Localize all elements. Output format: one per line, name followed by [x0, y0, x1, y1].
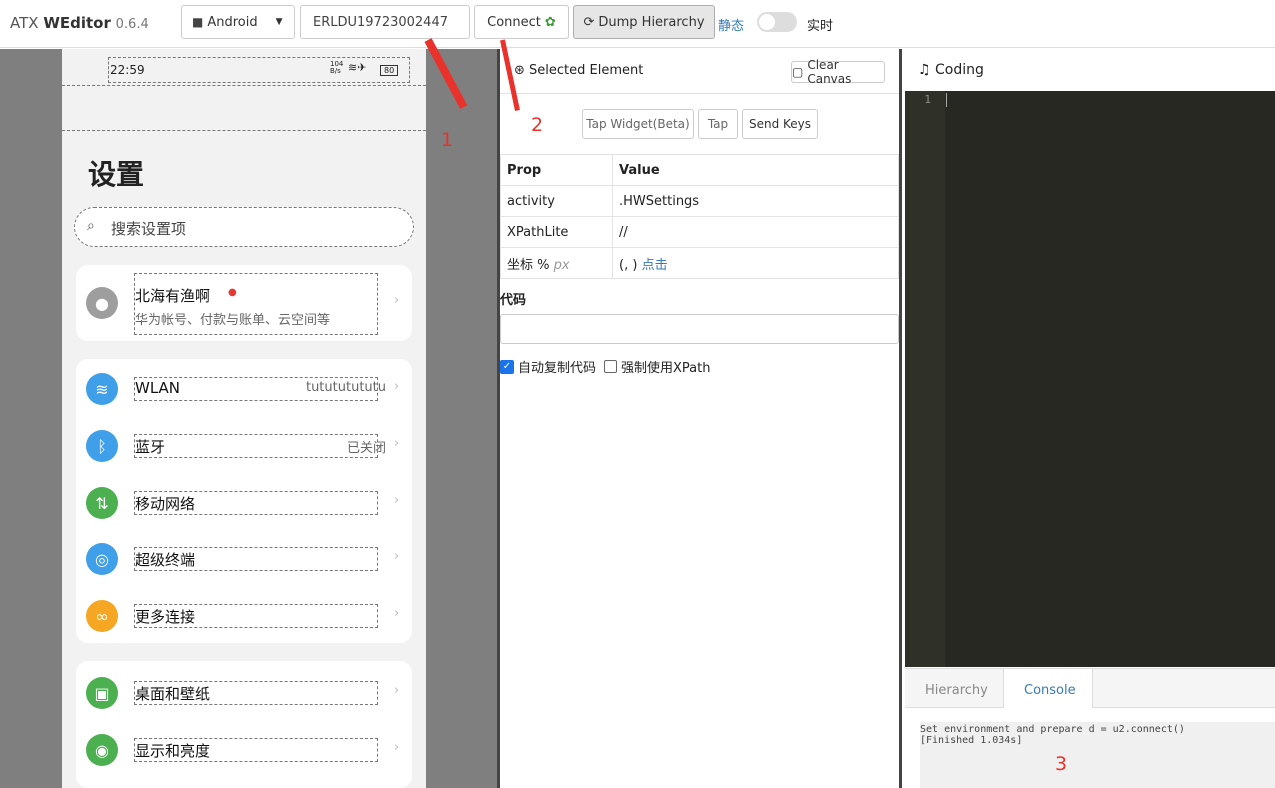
list-item[interactable]: ◉ 显示和亮度 › [76, 730, 412, 782]
auto-copy-label: 自动复制代码 [518, 361, 597, 376]
chevron-right-icon: › [394, 436, 400, 451]
selected-element-header: ⊛ Selected Element [514, 63, 644, 78]
coordinate-click-link[interactable]: 点击 [642, 258, 668, 273]
android-icon: ■ [192, 15, 204, 29]
editor-cursor [946, 93, 948, 107]
realtime-mode-label: 实时 [807, 19, 834, 34]
chevron-right-icon: › [394, 493, 400, 508]
chevron-right-icon: › [394, 549, 400, 564]
app-brand: ATX WEditor 0.6.4 [10, 14, 149, 32]
item-label: 移动网络 [135, 495, 196, 513]
code-editor[interactable] [905, 91, 1275, 667]
code-label: 代码 [500, 293, 527, 308]
list-item[interactable]: ≋ WLAN tutututututu › [76, 369, 412, 421]
platform-select[interactable]: ■ Android ▼ [181, 5, 295, 39]
avatar: ● [86, 287, 118, 319]
inspector-panel: ⊛ Selected Element ▢ Clear Canvas Tap Wid… [497, 49, 902, 788]
account-name: 北海有渔啊 [135, 287, 211, 305]
chevron-right-icon: › [394, 293, 400, 308]
table-row: 坐标 % px (, ) 点击 [500, 247, 899, 279]
prop-header: Prop [500, 154, 613, 186]
connect-button[interactable]: Connect ✿ [474, 5, 569, 39]
item-label: 超级终端 [135, 551, 196, 569]
square-icon: ▢ [792, 65, 804, 79]
caret-down-icon: ▼ [275, 17, 283, 27]
music-note-icon: ♫ [918, 62, 931, 78]
link-icon: ∞ [86, 600, 118, 632]
search-icon: ⌕ [87, 218, 95, 234]
account-card[interactable]: ● 北海有渔啊 ● 华为帐号、付款与账单、云空间等 › [76, 265, 412, 341]
refresh-icon: ⟳ [583, 14, 595, 30]
bluetooth-icon: ᛒ [86, 430, 118, 462]
send-keys-button[interactable]: Send Keys [742, 109, 818, 139]
target-icon: ⊛ [514, 63, 525, 78]
battery-icon: 80 [380, 65, 399, 76]
code-input[interactable] [500, 314, 899, 344]
force-xpath-checkbox[interactable] [604, 360, 618, 373]
console-line: Set environment and prepare d = u2.conne… [920, 724, 1185, 735]
clear-canvas-button[interactable]: ▢ Clear Canvas [791, 58, 885, 86]
top-toolbar: ATX WEditor 0.6.4 ■ Android ▼ ERLDU19723… [0, 0, 1275, 48]
item-value: tutututututu [305, 380, 386, 395]
table-row: activity .HWSettings [500, 185, 899, 217]
device-screen[interactable]: 22:59 104 B/s ≋✈ 80 设置 ⌕ 搜索设置项 ● 北海有渔啊 ●… [62, 49, 426, 788]
wifi-icon: ≋ [86, 373, 118, 405]
value-header: Value [612, 154, 899, 186]
console-output: Set environment and prepare d = u2.conne… [920, 722, 1275, 788]
chevron-right-icon: › [394, 379, 400, 394]
list-item[interactable]: ᛒ 蓝牙 已关闭 › [76, 426, 412, 478]
wifi-status-icon: ≋✈ [348, 61, 367, 74]
properties-table: Prop Value activity .HWSettings XPathLite /… [500, 154, 899, 279]
tab-hierarchy[interactable]: Hierarchy [925, 683, 988, 698]
tap-button[interactable]: Tap [698, 109, 738, 139]
auto-copy-checkbox[interactable]: ✓ [500, 359, 514, 374]
chevron-right-icon: › [394, 740, 400, 755]
static-mode-label: 静态 [718, 19, 745, 34]
mobile-network-icon: ⇅ [86, 487, 118, 519]
item-label: 显示和亮度 [135, 742, 211, 760]
wallpaper-icon: ▣ [86, 677, 118, 709]
tab-console[interactable]: Console [1003, 668, 1093, 708]
device-serial-input[interactable]: ERLDU19723002447 [300, 5, 470, 39]
status-time: 22:59 [110, 63, 145, 77]
annotation-2: 2 [531, 114, 544, 136]
item-bounds [134, 434, 378, 458]
console-line: [Finished 1.034s] [920, 735, 1023, 746]
status-speed: 104 B/s [330, 60, 344, 75]
annotation-1: 1 [441, 129, 454, 151]
list-item[interactable]: ⇅ 移动网络 › [76, 483, 412, 535]
notification-dot: ● [228, 287, 237, 298]
eye-icon: ◉ [86, 734, 118, 766]
bottom-tabs: Hierarchy Console [905, 668, 1275, 708]
editor-gutter: 1 [905, 91, 945, 667]
tap-widget-button[interactable]: Tap Widget(Beta) [582, 109, 694, 139]
dump-hierarchy-button[interactable]: ⟳ Dump Hierarchy [573, 5, 715, 39]
item-label: 更多连接 [135, 608, 196, 626]
table-row: XPathLite// [500, 216, 899, 248]
super-device-icon: ◎ [86, 543, 118, 575]
page-title: 设置 [88, 158, 145, 191]
coding-header: ♫ Coding [918, 62, 984, 78]
chevron-right-icon: › [394, 606, 400, 621]
item-label: 蓝牙 [135, 438, 166, 456]
item-label: WLAN [135, 379, 181, 397]
leaf-icon: ✿ [544, 14, 556, 30]
item-label: 桌面和壁纸 [135, 685, 211, 703]
list-item[interactable]: ◎ 超级终端 › [76, 539, 412, 591]
list-item[interactable]: ▣ 桌面和壁纸 › [76, 673, 412, 725]
annotation-3: 3 [1055, 753, 1068, 775]
search-input[interactable]: ⌕ 搜索设置项 [74, 207, 414, 247]
list-item[interactable]: ∞ 更多连接 › [76, 596, 412, 648]
item-value: 已关闭 [346, 441, 386, 456]
account-subtitle: 华为帐号、付款与账单、云空间等 [135, 313, 331, 328]
chevron-right-icon: › [394, 683, 400, 698]
appbar-bounds [62, 85, 426, 131]
force-xpath-label: 强制使用XPath [621, 361, 711, 376]
realtime-toggle[interactable] [757, 12, 797, 32]
